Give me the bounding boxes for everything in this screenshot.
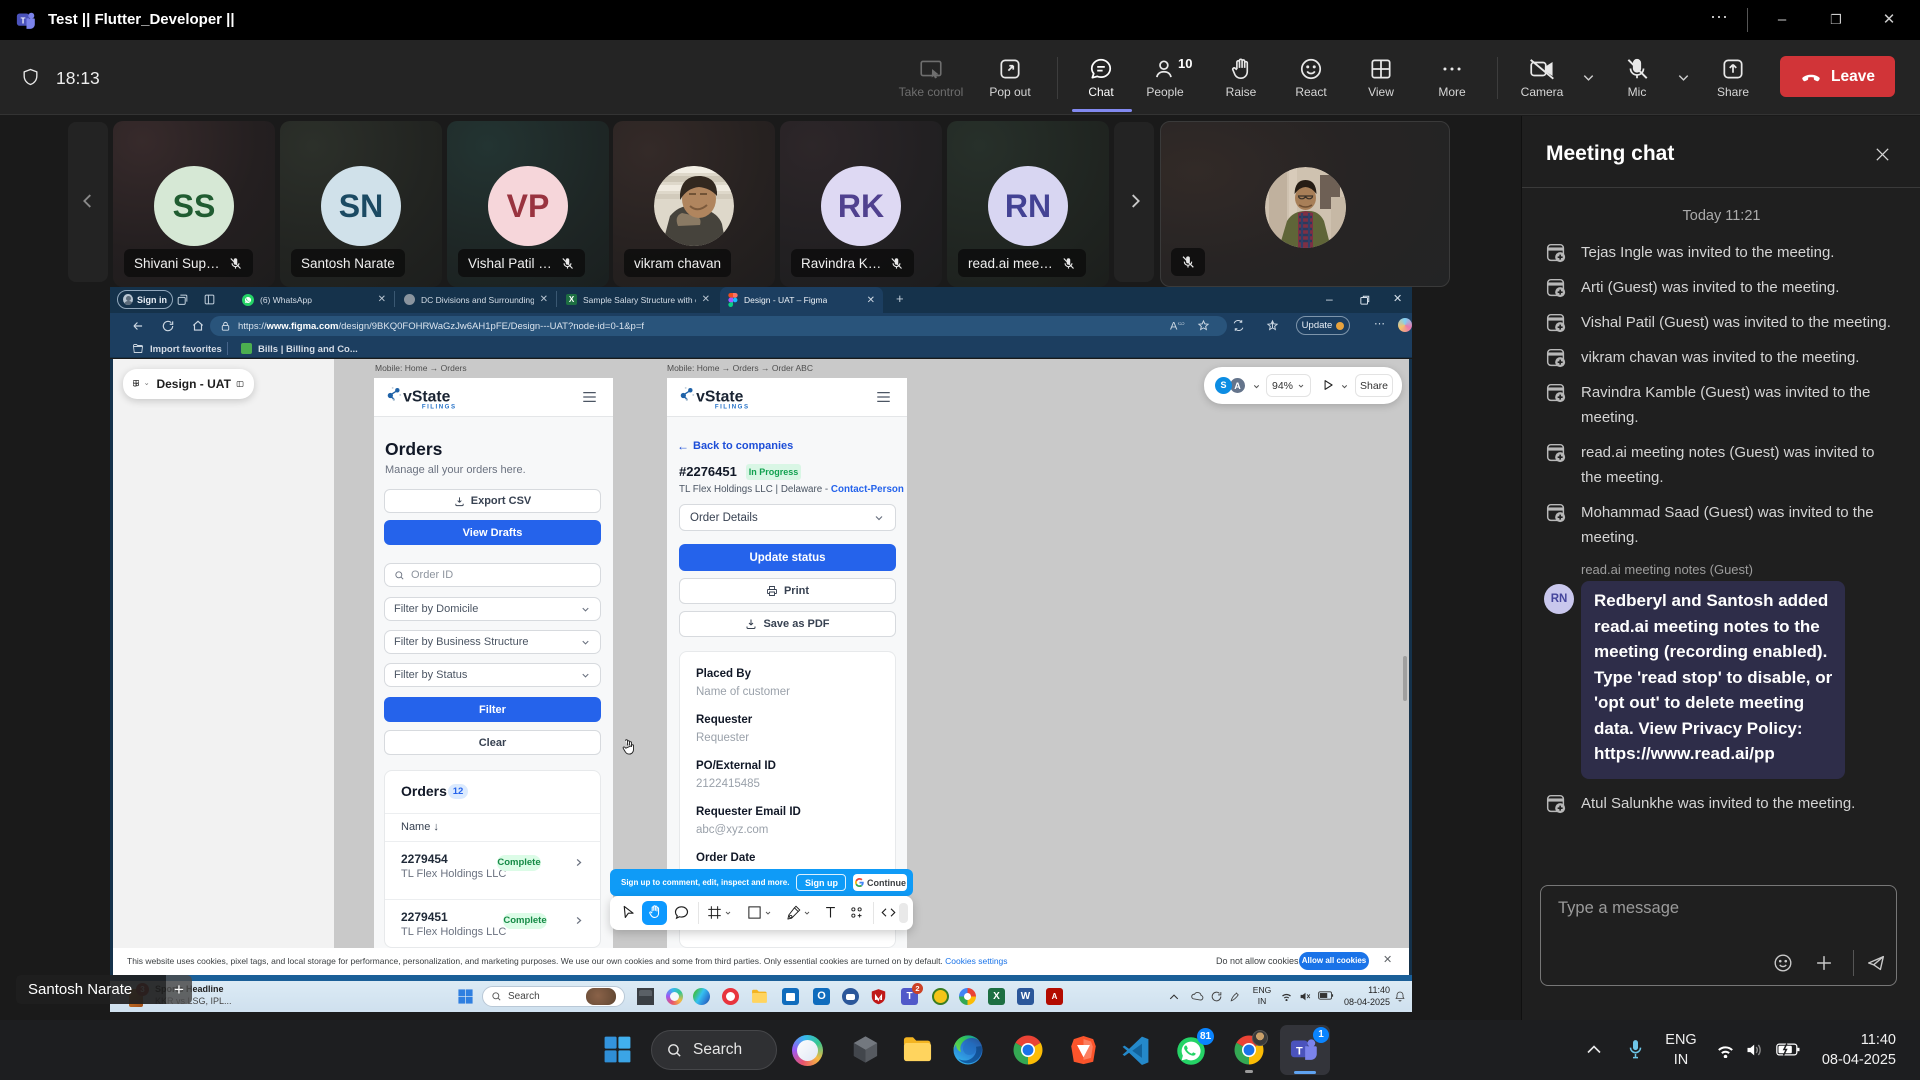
svg-text:FILINGS: FILINGS xyxy=(715,403,750,410)
svg-text:T: T xyxy=(1296,1045,1303,1057)
svg-text:T: T xyxy=(21,17,26,26)
svg-text:FILINGS: FILINGS xyxy=(422,403,457,410)
